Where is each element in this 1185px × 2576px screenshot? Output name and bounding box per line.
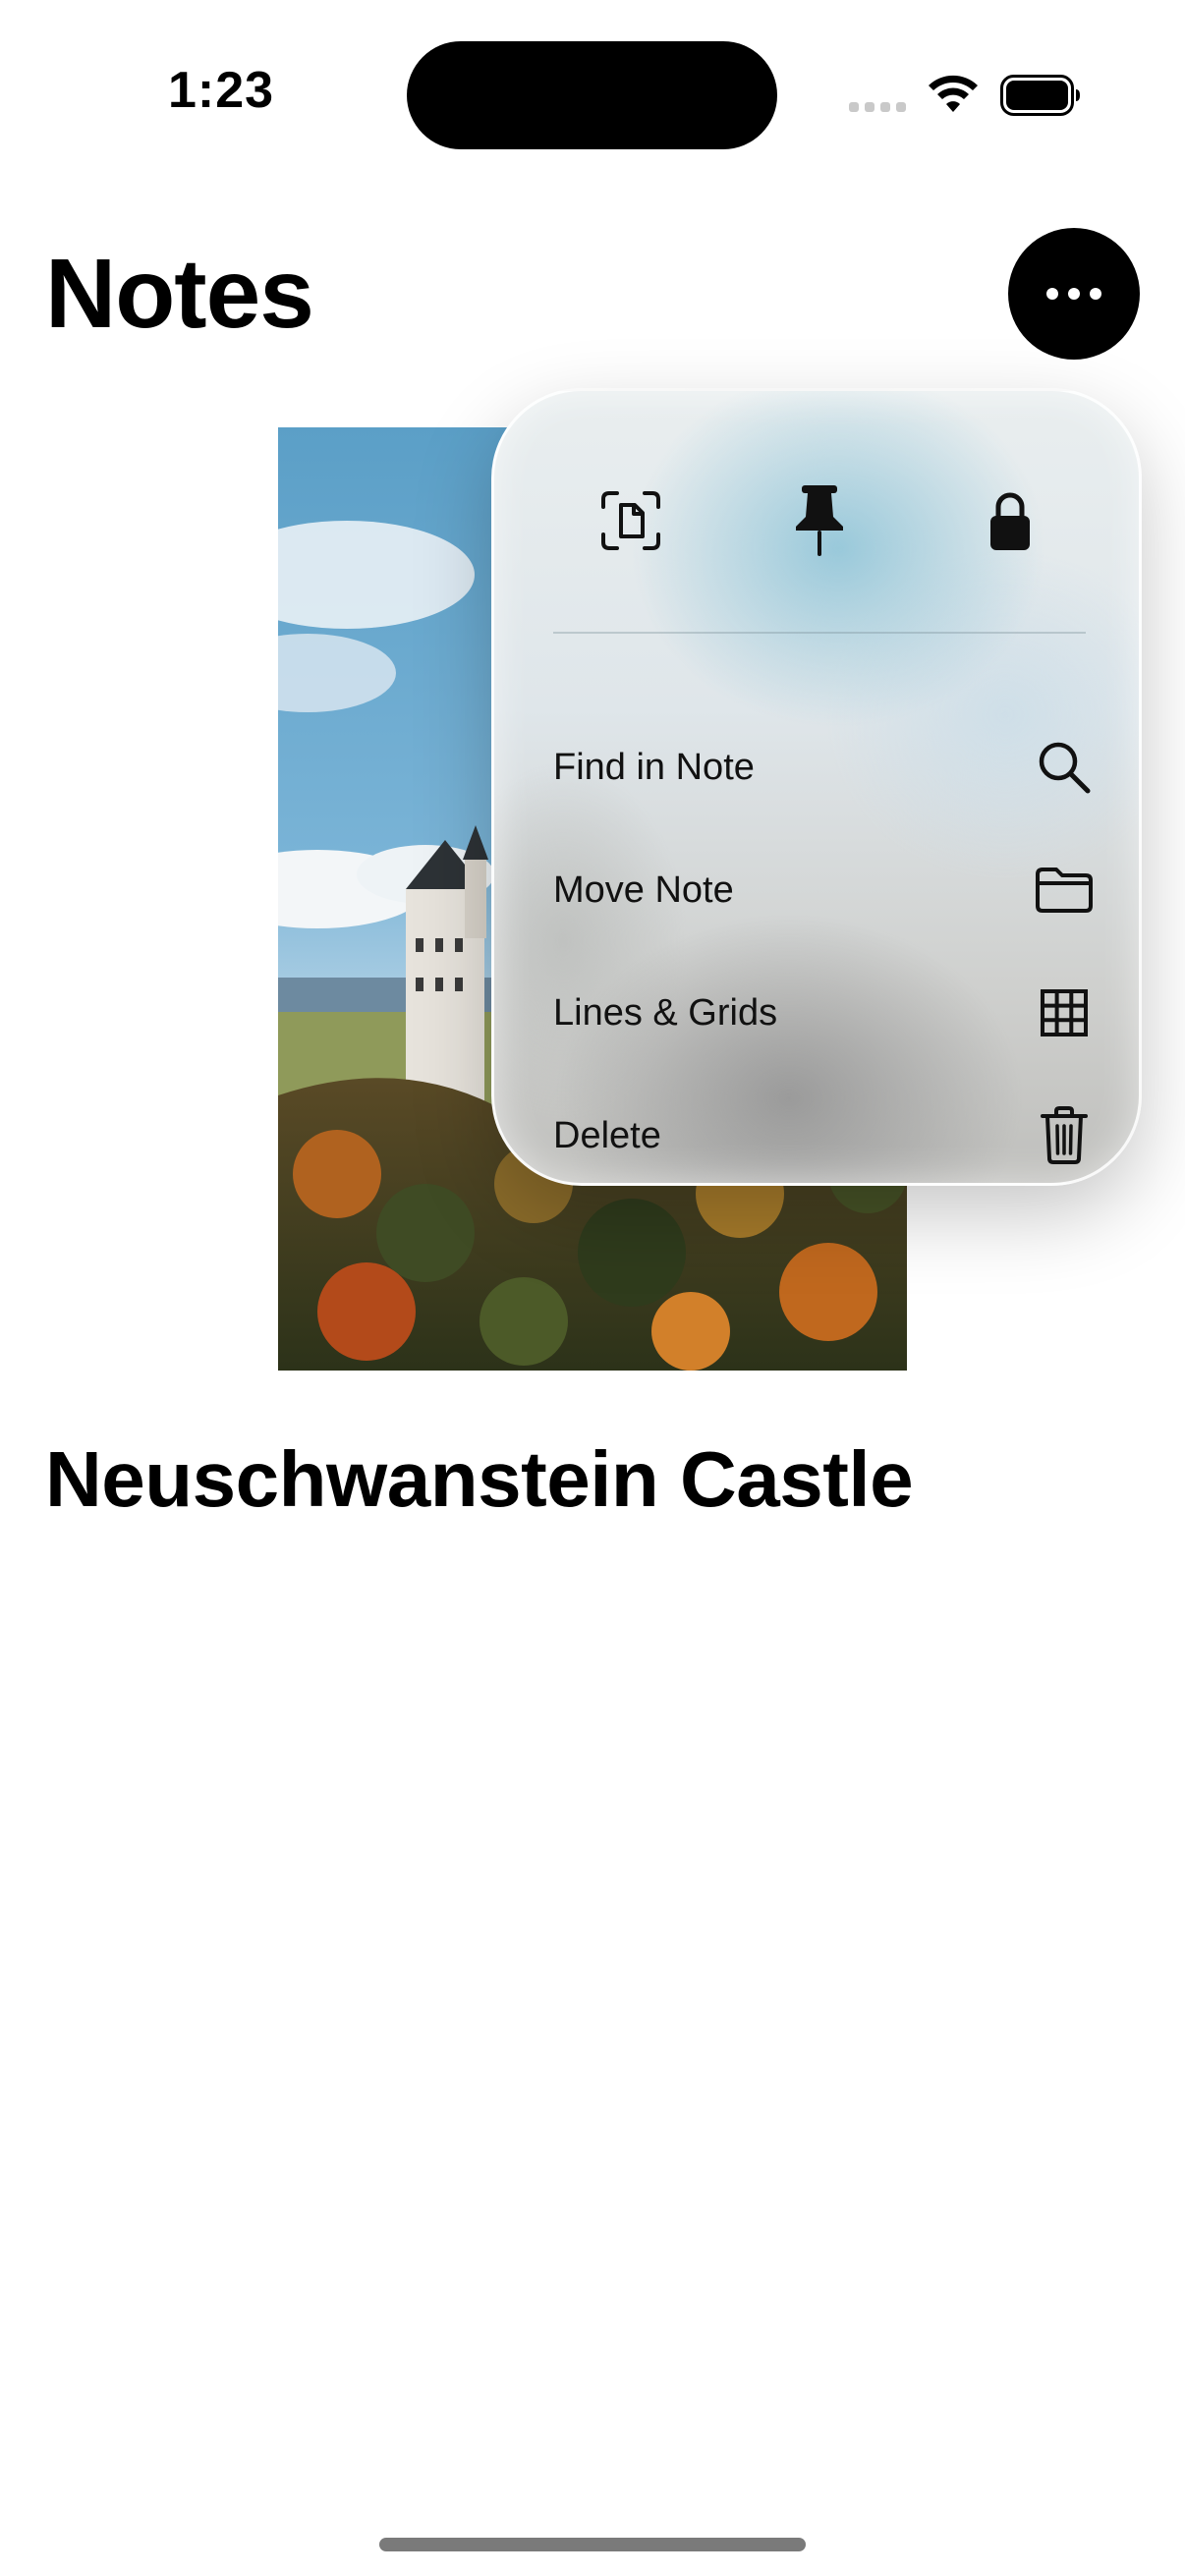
menu-item-label: Find in Note (553, 746, 755, 788)
delete-item[interactable]: Delete (553, 1082, 1094, 1183)
lock-button[interactable] (971, 481, 1049, 560)
folder-icon (1035, 861, 1094, 920)
menu-item-label: Move Note (553, 868, 734, 911)
battery-icon (1000, 75, 1080, 116)
move-note-item[interactable]: Move Note (553, 836, 1094, 944)
menu-item-label: Delete (553, 1114, 661, 1156)
cellular-signal-icon (849, 102, 908, 116)
wifi-icon (929, 75, 978, 112)
note-options-menu: Find in Note Move Note Lines & Grids Del… (491, 388, 1142, 1186)
lock-icon (990, 492, 1030, 550)
lines-grids-item[interactable]: Lines & Grids (553, 959, 1094, 1067)
pin-button[interactable] (780, 481, 859, 560)
home-indicator[interactable] (379, 2538, 806, 2551)
more-options-button[interactable] (1008, 228, 1140, 360)
menu-divider (553, 632, 1086, 634)
status-time: 1:23 (167, 62, 275, 119)
find-in-note-item[interactable]: Find in Note (553, 713, 1094, 821)
ellipsis-dot (1068, 288, 1080, 300)
trash-icon (1035, 1106, 1094, 1165)
menu-quick-actions (494, 481, 1139, 560)
menu-item-label: Lines & Grids (553, 991, 778, 1034)
dynamic-island (407, 41, 777, 149)
ellipsis-dot (1090, 288, 1101, 300)
ellipsis-icon (1046, 288, 1058, 300)
pin-icon (796, 485, 843, 556)
notes-screen: 1:23 Notes Neuschwanstein Castle Find in… (0, 0, 1185, 2576)
magnifying-glass-icon (1035, 738, 1094, 797)
scan-document-icon (601, 491, 660, 550)
grid-icon (1035, 983, 1094, 1042)
page-title: Notes (45, 239, 314, 349)
note-title[interactable]: Neuschwanstein Castle (45, 1430, 914, 1529)
scan-document-button[interactable] (592, 481, 670, 560)
